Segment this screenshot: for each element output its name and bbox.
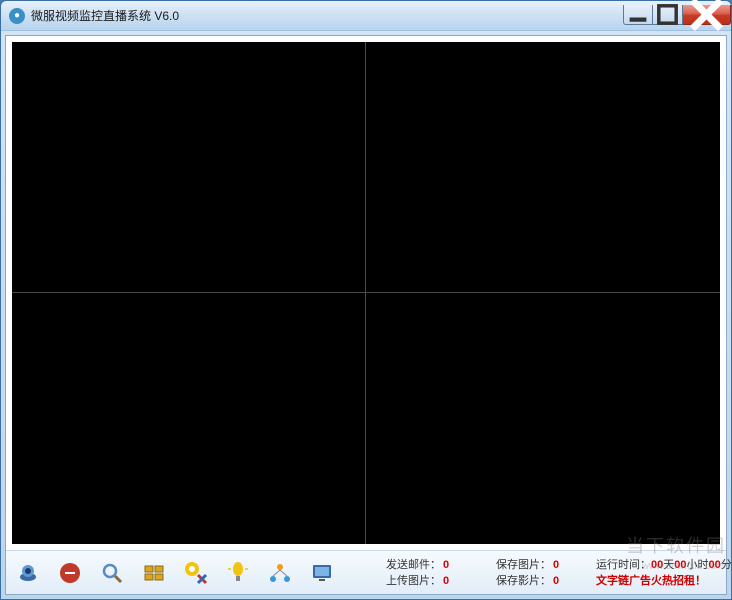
- stop-icon[interactable]: [56, 559, 84, 587]
- runtime-mins-unit: 分: [721, 557, 732, 573]
- close-button[interactable]: [683, 5, 731, 25]
- runtime-hours-unit: 小时: [687, 557, 709, 573]
- network-icon[interactable]: [266, 559, 294, 587]
- runtime-label: 运行时间：: [596, 557, 651, 573]
- upload-image-value: 0: [443, 573, 449, 589]
- app-window: ● 微服视频监控直播系统 V6.0: [0, 0, 732, 600]
- runtime-days: 00: [651, 557, 663, 573]
- brightness-icon[interactable]: [224, 559, 252, 587]
- save-video-value: 0: [553, 573, 559, 589]
- video-pane-2[interactable]: [366, 42, 720, 293]
- window-controls: [623, 5, 731, 27]
- runtime-mins: 00: [709, 557, 721, 573]
- monitor-icon[interactable]: [308, 559, 336, 587]
- titlebar[interactable]: ● 微服视频监控直播系统 V6.0: [1, 1, 731, 31]
- app-icon: ●: [9, 8, 25, 24]
- ad-link[interactable]: 文字链广告火热招租！: [596, 573, 706, 589]
- video-grid: [12, 42, 720, 544]
- content-frame: 发送邮件： 0 保存图片： 0 运行时间： 00 天 00 小时 00: [5, 35, 727, 595]
- bottom-bar: 发送邮件： 0 保存图片： 0 运行时间： 00 天 00 小时 00: [6, 550, 726, 594]
- window-title: 微服视频监控直播系统 V6.0: [31, 7, 623, 24]
- send-mail-label: 发送邮件：: [386, 557, 441, 573]
- camera-icon[interactable]: [14, 559, 42, 587]
- save-image-label: 保存图片：: [496, 557, 551, 573]
- runtime-hours: 00: [674, 557, 686, 573]
- zoom-icon[interactable]: [98, 559, 126, 587]
- video-pane-3[interactable]: [12, 293, 366, 544]
- video-pane-1[interactable]: [12, 42, 366, 293]
- status-panel: 发送邮件： 0 保存图片： 0 运行时间： 00 天 00 小时 00: [386, 557, 732, 589]
- maximize-button[interactable]: [653, 5, 683, 25]
- video-pane-4[interactable]: [366, 293, 720, 544]
- upload-image-label: 上传图片：: [386, 573, 441, 589]
- save-image-value: 0: [553, 557, 559, 573]
- minimize-button[interactable]: [623, 5, 653, 25]
- runtime-days-unit: 天: [663, 557, 674, 573]
- toolbar: [14, 559, 336, 587]
- settings-icon[interactable]: [182, 559, 210, 587]
- status-row-2: 上传图片： 0 保存影片： 0 文字链广告火热招租！: [386, 573, 732, 589]
- layout-icon[interactable]: [140, 559, 168, 587]
- save-video-label: 保存影片：: [496, 573, 551, 589]
- status-row-1: 发送邮件： 0 保存图片： 0 运行时间： 00 天 00 小时 00: [386, 557, 732, 573]
- send-mail-value: 0: [443, 557, 449, 573]
